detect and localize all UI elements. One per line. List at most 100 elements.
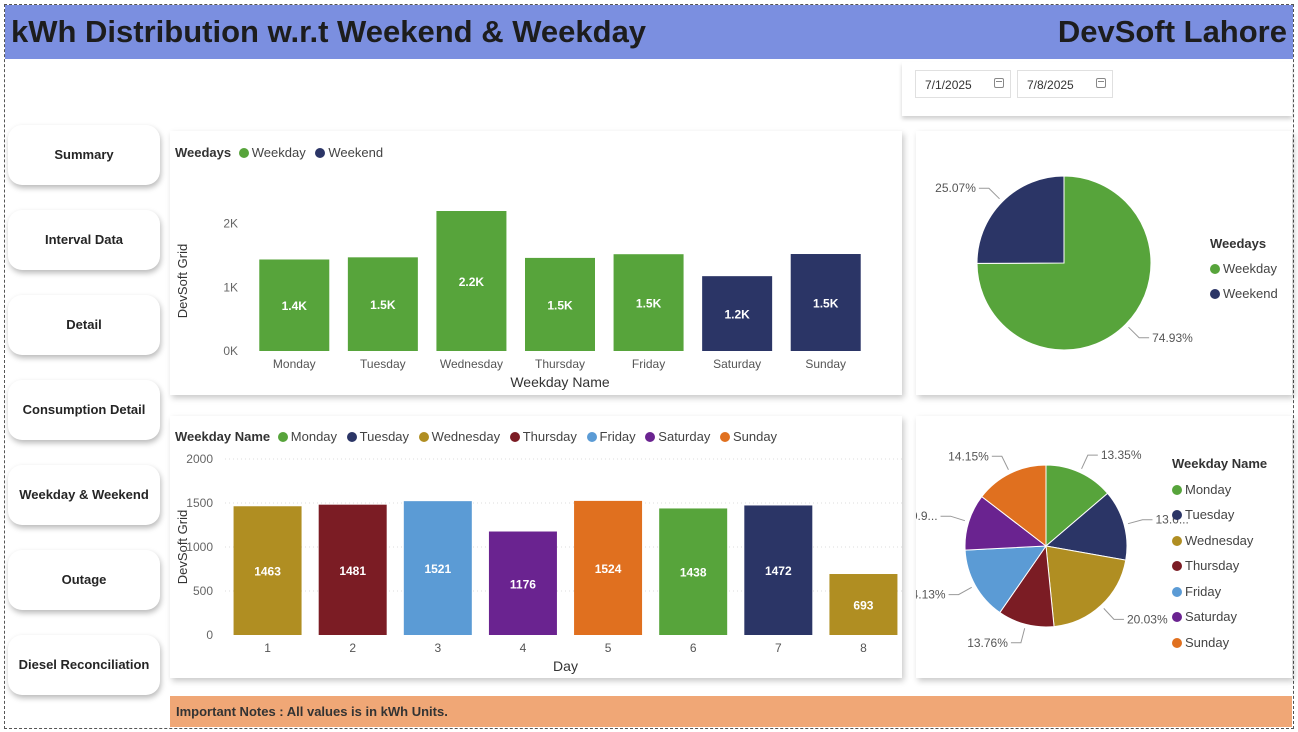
legend-label: Weekend xyxy=(1223,286,1278,301)
pie-data-label: 25.07% xyxy=(935,181,976,195)
legend-item-weekend[interactable]: Weekend xyxy=(1210,281,1278,306)
pie-leader-line xyxy=(1103,608,1124,620)
y-tick-label: 1000 xyxy=(186,540,213,554)
start-date-value: 7/1/2025 xyxy=(925,78,972,92)
legend-label: Monday xyxy=(1185,481,1232,497)
x-tick-label: 1 xyxy=(264,641,271,655)
y-tick-label: 0K xyxy=(223,344,238,358)
bar-data-label: 1481 xyxy=(339,564,366,578)
x-tick-label: 3 xyxy=(434,641,441,655)
nav-consumption-detail-button[interactable]: Consumption Detail xyxy=(8,380,160,440)
legend-dot xyxy=(1210,289,1220,299)
legend-item-monday[interactable]: Monday xyxy=(1172,477,1271,503)
legend-label: Friday xyxy=(1185,583,1222,599)
calendar-icon[interactable] xyxy=(994,78,1004,88)
x-tick-label: 2 xyxy=(349,641,356,655)
bar-data-label: 1472 xyxy=(765,564,792,578)
legend-item-saturday[interactable]: Saturday xyxy=(1172,604,1271,630)
pie-leader-line xyxy=(1081,454,1098,470)
nav-diesel-reconciliation-button[interactable]: Diesel Reconciliation xyxy=(8,635,160,695)
bar-data-label: 1.5K xyxy=(813,297,839,311)
pie-legend: Weekday Name Monday Tuesday Wednesday Th… xyxy=(1172,451,1271,655)
legend-item-friday[interactable]: Friday xyxy=(1172,579,1271,605)
x-tick-label: Thursday xyxy=(535,357,585,371)
bar-data-label: 1438 xyxy=(680,566,707,580)
important-notes: Important Notes : All values is in kWh U… xyxy=(170,696,1292,727)
legend-dot xyxy=(1210,264,1220,274)
x-tick-label: 7 xyxy=(775,641,782,655)
legend-item-sunday[interactable]: Sunday xyxy=(1172,630,1271,656)
bar-data-label: 1.2K xyxy=(724,308,750,322)
bar-data-label: 1.5K xyxy=(370,298,396,312)
pie-data-label: 14.15% xyxy=(948,449,989,463)
legend-item-thursday[interactable]: Thursday xyxy=(1172,553,1271,579)
pie-data-label: 13.35% xyxy=(1101,448,1142,462)
y-axis-title: DevSoft Grid xyxy=(175,244,190,318)
y-tick-label: 1500 xyxy=(186,496,213,510)
legend-label: Tuesday xyxy=(1185,507,1235,522)
pie-leader-line xyxy=(991,455,1009,470)
y-tick-label: 2K xyxy=(223,217,238,231)
bar-data-label: 2.2K xyxy=(459,275,485,289)
x-axis-title: Weekday Name xyxy=(510,374,610,390)
bar-data-label: 1463 xyxy=(254,565,281,579)
bar-data-label: 1.4K xyxy=(282,299,308,313)
calendar-icon[interactable] xyxy=(1096,78,1106,88)
legend-label: Sunday xyxy=(1185,634,1230,650)
start-date-input[interactable]: 7/1/2025 xyxy=(915,70,1011,98)
legend-dot xyxy=(1172,535,1182,546)
y-axis-title: DevSoft Grid xyxy=(175,510,190,584)
header-bar: kWh Distribution w.r.t Weekend & Weekday… xyxy=(5,5,1293,59)
pie-data-label: 14.13% xyxy=(916,588,946,602)
nav-detail-button[interactable]: Detail xyxy=(8,295,160,355)
x-tick-label: Wednesday xyxy=(440,357,503,371)
nav-weekday-weekend-button[interactable]: Weekday & Weekend xyxy=(8,465,160,525)
x-tick-label: 5 xyxy=(605,641,612,655)
pie-legend: Weedays Weekday Weekend xyxy=(1210,231,1278,306)
nav-interval-data-button[interactable]: Interval Data xyxy=(8,210,160,270)
pie-leader-line xyxy=(978,187,1000,200)
weekday-weekend-pie-card: 74.93% 25.07% Weedays Weekday Weekend xyxy=(916,131,1292,395)
nav-summary-button[interactable]: Summary xyxy=(8,125,160,185)
nav-outage-button[interactable]: Outage xyxy=(8,550,160,610)
x-tick-label: 4 xyxy=(520,641,527,655)
legend-item-weekday[interactable]: Weekday xyxy=(1210,256,1278,281)
legend-dot xyxy=(1172,612,1182,622)
x-tick-label: 6 xyxy=(690,641,697,655)
legend-item-wednesday[interactable]: Wednesday xyxy=(1172,528,1271,554)
bar-data-label: 1.5K xyxy=(636,297,662,311)
pie-leader-line xyxy=(940,515,966,522)
pie-leader-line xyxy=(1127,519,1153,525)
bar-data-label: 693 xyxy=(853,599,873,613)
pie-leader-line xyxy=(948,586,972,596)
legend-label: Wednesday xyxy=(1185,532,1254,548)
organization-name: DevSoft Lahore xyxy=(1057,14,1287,49)
legend-item-tuesday[interactable]: Tuesday xyxy=(1172,502,1271,528)
day-bar-chart: 0 500 1000 1500 2000 1463 1 1481 2 1521 3 1176 4 1524… xyxy=(175,452,902,674)
x-tick-label: Monday xyxy=(273,357,316,371)
bar-data-label: 1176 xyxy=(510,577,536,591)
legend-dot xyxy=(1172,637,1182,648)
legend-label: Thursday xyxy=(1185,558,1240,573)
bar-data-label: 1521 xyxy=(424,562,451,576)
legend-title: Weedays xyxy=(1210,236,1267,251)
legend-dot xyxy=(1172,510,1182,520)
weekday-bar-chart-card: Weedays Weekday Weekend 0K 1K 2K 1.4K Monday… xyxy=(170,131,902,395)
pie-data-label: 13.76% xyxy=(967,636,1008,650)
y-tick-label: 500 xyxy=(193,584,213,598)
pie-leader-line xyxy=(1128,326,1150,339)
pie-data-label: 20.03% xyxy=(1127,612,1168,626)
weekday-name-pie-card: 13.35%13.6...20.03%13.76%14.13%10.9...14… xyxy=(916,416,1292,678)
end-date-value: 7/8/2025 xyxy=(1027,78,1074,92)
legend-label: Weekday xyxy=(1223,261,1277,276)
y-tick-label: 2000 xyxy=(186,452,213,466)
x-tick-label: Saturday xyxy=(713,357,761,371)
x-tick-label: Sunday xyxy=(805,357,846,371)
y-tick-label: 1K xyxy=(223,280,238,294)
legend-dot xyxy=(1172,561,1182,571)
x-axis-title: Day xyxy=(553,658,578,674)
page-title: kWh Distribution w.r.t Weekend & Weekday xyxy=(11,14,647,49)
y-tick-label: 0 xyxy=(206,628,213,642)
end-date-input[interactable]: 7/8/2025 xyxy=(1017,70,1113,98)
weekday-bar-chart: 0K 1K 2K 1.4K Monday 1.5K Tuesday 2.2K Wednesday… xyxy=(175,211,861,390)
